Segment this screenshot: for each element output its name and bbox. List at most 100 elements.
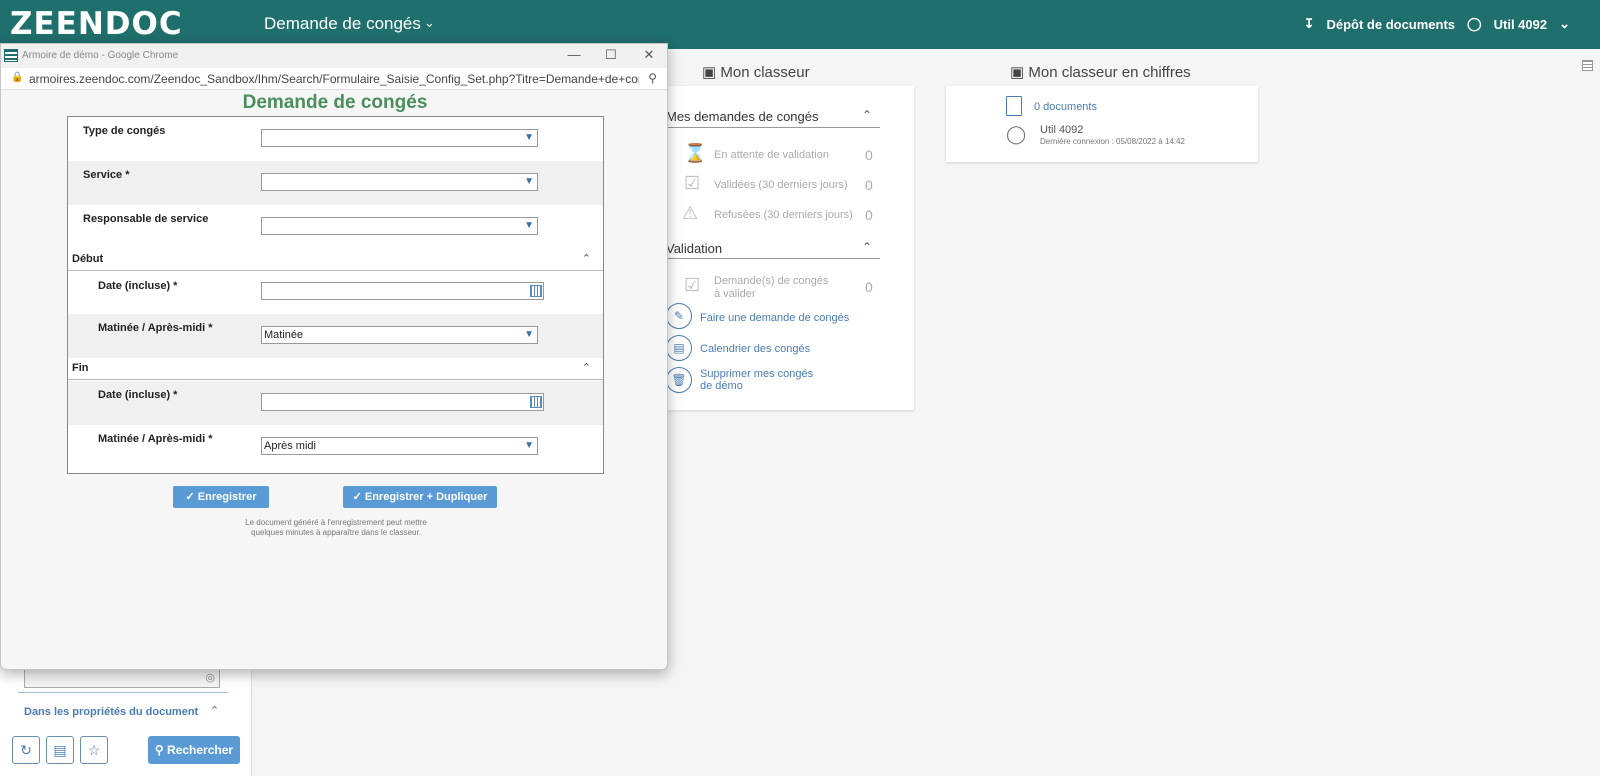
fin-periode-select[interactable]: Après midi ▼ [261, 437, 538, 455]
save-note: Le document généré à l'enregistrement pe… [211, 518, 461, 538]
url-text[interactable]: armoires.zeendoc.com/Zeendoc_Sandbox/Ihm… [29, 72, 639, 86]
fin-date-input[interactable] [261, 393, 544, 411]
documents-count-link[interactable]: 0 documents [1034, 101, 1097, 113]
row-service: Service * ▼ [68, 161, 603, 205]
window-titlebar[interactable]: Armoire de démo - Google Chrome — ☐ ✕ [1, 44, 667, 68]
fin-section-header[interactable]: Fin ⌃ [68, 358, 603, 380]
chevron-up-icon[interactable]: ⌃ [582, 361, 591, 374]
reset-icon[interactable]: ↻ [12, 736, 40, 764]
mon-classeur-heading: ▣ Mon classeur [702, 63, 810, 81]
document-icon [1006, 96, 1022, 116]
calendar-clipboard-icon[interactable]: ▤ [666, 335, 692, 361]
type-conges-label: Type de congés [83, 125, 166, 137]
maximize-icon[interactable]: ☐ [601, 47, 621, 63]
service-label: Service * [83, 169, 130, 181]
user-menu[interactable]: Util 4092 [1494, 17, 1547, 32]
action-delete-demo[interactable]: Supprimer mes congés de démo [700, 368, 820, 392]
row-fin-date: Date (incluse) * [68, 381, 603, 425]
trash-icon[interactable]: 🗑 [666, 367, 692, 393]
app-favicon-icon [4, 49, 18, 62]
chevron-up-icon[interactable]: ⌃ [210, 704, 219, 717]
window-title: Armoire de démo - Google Chrome [22, 50, 179, 61]
calendar-icon[interactable] [530, 285, 542, 297]
document-properties-section[interactable]: Dans les propriétés du document [24, 706, 198, 718]
upload-documents-link[interactable]: Dépôt de documents [1326, 17, 1455, 32]
top-right-menu: ↧ Dépôt de documents ◯ Util 4092 ⌄ [1304, 16, 1570, 32]
stat-validated-value: 0 [865, 177, 873, 193]
search-button-label: Rechercher [167, 743, 234, 757]
debut-section-header[interactable]: Début ⌃ [68, 249, 603, 271]
row-type-conges: Type de congés ▼ [68, 117, 603, 161]
user-chevron-down-icon[interactable]: ⌄ [1559, 16, 1570, 32]
save-duplicate-label: Enregistrer + Dupliquer [364, 491, 488, 503]
group-divider [666, 258, 880, 259]
dropdown-arrow-icon[interactable]: ▼ [524, 174, 534, 190]
inbox-icon: ▣ [1010, 64, 1025, 81]
mon-classeur-chiffres-heading: ▣ Mon classeur en chiffres [1010, 63, 1191, 81]
responsable-label: Responsable de service [83, 213, 209, 225]
minimize-icon[interactable]: — [564, 47, 584, 62]
dropdown-arrow-icon[interactable]: ▼ [524, 438, 534, 454]
action-calendar[interactable]: Calendrier des congés [700, 343, 810, 355]
fin-periode-label: Matinée / Après-midi * [98, 433, 213, 445]
save-note-line1: Le document généré à l'enregistrement pe… [245, 518, 427, 527]
chevron-up-icon[interactable]: ⌃ [862, 108, 872, 122]
type-conges-select[interactable]: ▼ [261, 129, 538, 147]
clipboard-check-icon: ☑ [684, 275, 701, 295]
debut-section-label: Début [72, 253, 104, 265]
favorite-star-icon[interactable]: ☆ [80, 736, 108, 764]
group-divider [666, 127, 880, 128]
form-title: Demande de congés [242, 92, 428, 113]
save-search-icon[interactable]: ▤ [46, 736, 74, 764]
responsable-select[interactable]: ▼ [261, 217, 538, 235]
zoom-icon[interactable]: ⚲ [648, 71, 657, 85]
inbox-icon: ▣ [702, 64, 717, 81]
mon-classeur-title: Mon classeur [720, 64, 810, 81]
zeendoc-logo[interactable]: ZEENDOC [10, 6, 183, 42]
save-button[interactable]: ✓ Enregistrer [173, 486, 269, 508]
warning-icon: ⚠ [682, 203, 699, 223]
demandes-group-title: Mes demandes de congés [666, 109, 819, 124]
stat-to-validate-label: Demande(s) de congés à valider [714, 275, 829, 300]
search-criteria-field[interactable]: ◎ [24, 668, 220, 688]
clipboard-check-icon: ☑ [684, 173, 701, 193]
chevron-up-icon[interactable]: ⌃ [582, 252, 591, 265]
target-icon[interactable]: ◎ [205, 671, 215, 684]
dropdown-arrow-icon[interactable]: ▼ [524, 327, 534, 343]
debut-periode-label: Matinée / Après-midi * [98, 322, 213, 334]
chiffres-user: Util 4092 [1040, 124, 1084, 136]
debut-periode-select[interactable]: Matinée ▼ [261, 326, 538, 344]
debut-periode-value: Matinée [264, 329, 304, 341]
stat-pending-label: En attente de validation [714, 149, 829, 161]
fin-section-label: Fin [72, 362, 89, 374]
mon-classeur-chiffres-title: Mon classeur en chiffres [1028, 64, 1191, 81]
search-button[interactable]: ⚲ Rechercher [148, 736, 240, 764]
row-fin-periode: Matinée / Après-midi * Après midi ▼ [68, 425, 603, 473]
address-bar[interactable]: 🔒 armoires.zeendoc.com/Zeendoc_Sandbox/I… [1, 68, 667, 90]
pencil-icon[interactable]: ✎ [666, 303, 692, 329]
debut-date-input[interactable] [261, 282, 544, 300]
action-new-request[interactable]: Faire une demande de congés [700, 312, 849, 324]
stat-validated-label: Validées (30 derniers jours) [714, 179, 848, 191]
section-divider [18, 692, 228, 693]
row-debut-periode: Matinée / Après-midi * Matinée ▼ [68, 314, 603, 358]
chrome-popup-window: Armoire de démo - Google Chrome — ☐ ✕ 🔒 … [0, 43, 668, 670]
lock-icon[interactable]: 🔒 [11, 72, 23, 83]
stat-refused-value: 0 [865, 207, 873, 223]
save-note-line2: quelques minutes à apparaître dans le cl… [251, 528, 421, 537]
chevron-down-icon[interactable]: ⌄ [424, 15, 435, 31]
user-icon: ◯ [1006, 124, 1027, 144]
fin-date-label: Date (incluse) * [98, 389, 178, 401]
close-icon[interactable]: ✕ [639, 47, 659, 63]
dropdown-arrow-icon[interactable]: ▼ [524, 130, 534, 146]
grid-layout-icon[interactable] [1582, 60, 1593, 71]
calendar-icon[interactable] [530, 396, 542, 408]
top-bar: ZEENDOC Demande de congés ⌄ ↧ Dépôt de d… [0, 0, 1600, 49]
validation-group-title: Validation [666, 241, 723, 256]
chevron-up-icon[interactable]: ⌃ [862, 240, 872, 254]
service-select[interactable]: ▼ [261, 173, 538, 191]
app-title-dropdown[interactable]: Demande de congés [264, 14, 421, 34]
dropdown-arrow-icon[interactable]: ▼ [524, 218, 534, 234]
save-duplicate-button[interactable]: ✓ Enregistrer + Dupliquer [343, 486, 497, 508]
save-button-label: Enregistrer [197, 491, 257, 503]
